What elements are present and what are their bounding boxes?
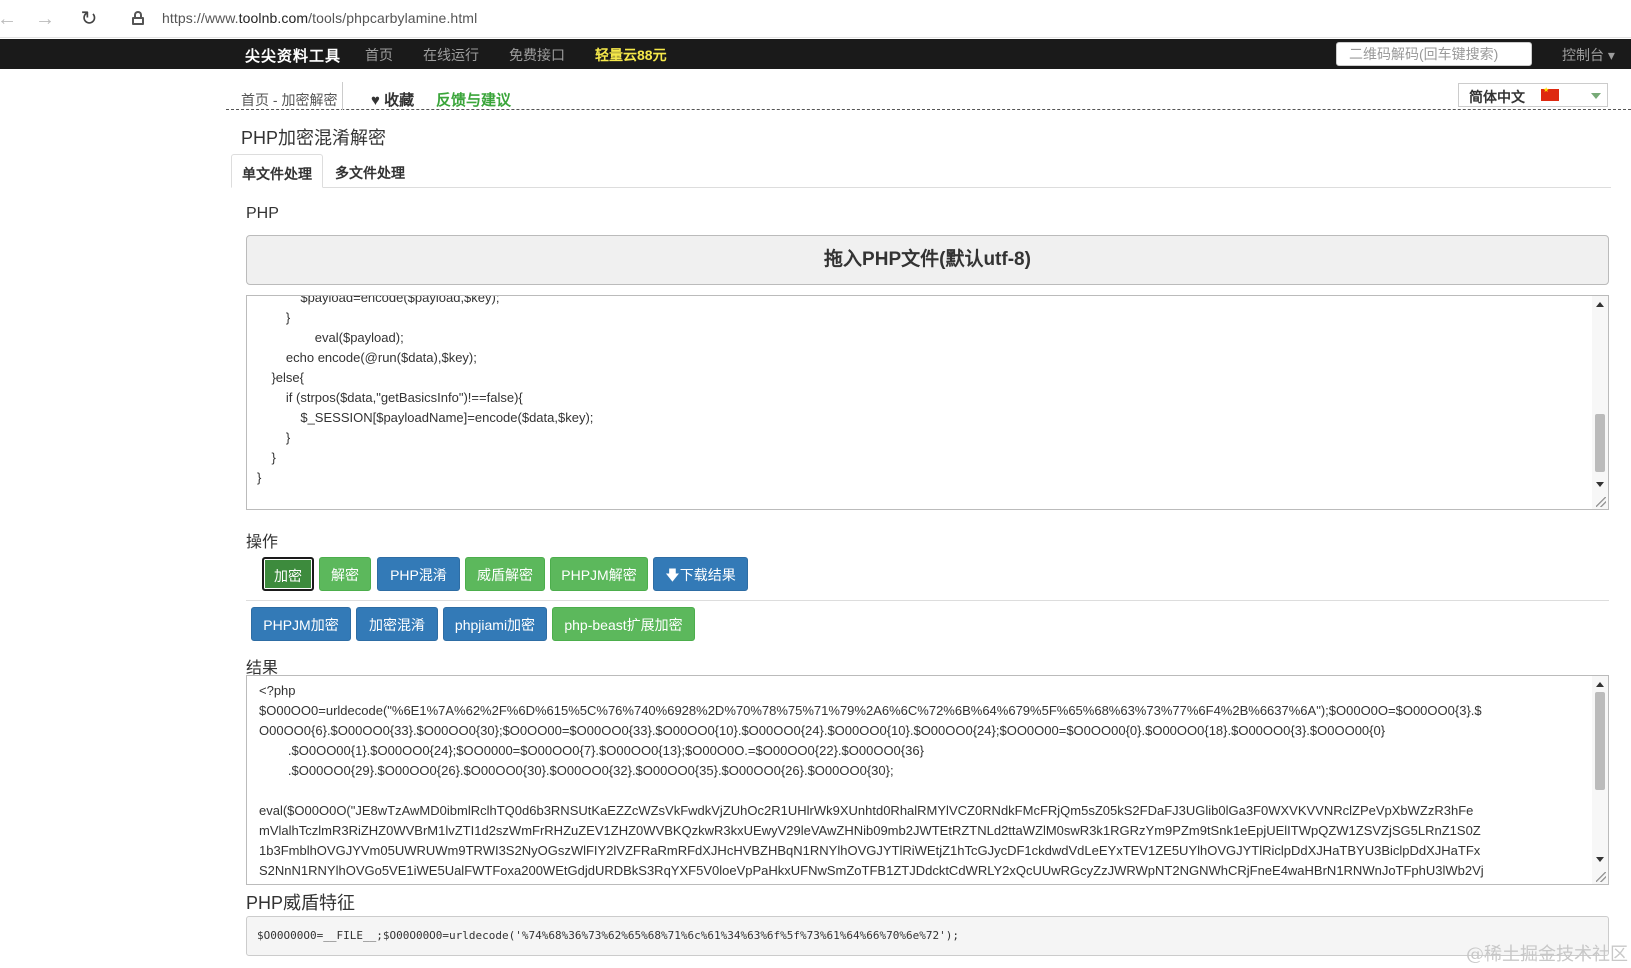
result-scroll-down-icon[interactable]: [1596, 857, 1604, 862]
favorite-label: 收藏: [384, 92, 415, 109]
feature-code: $O00O00O0=__FILE__;$O00O00O0=urldecode('…: [246, 916, 1609, 956]
resize-grip-icon[interactable]: [1596, 497, 1606, 507]
result-line: [259, 781, 1580, 801]
result-line: <?php: [259, 683, 296, 698]
download-label: 下载结果: [679, 567, 736, 583]
code-scrollbar[interactable]: [1592, 296, 1608, 509]
nav-console-dropdown[interactable]: 控制台 ▾: [1562, 45, 1615, 65]
encrypt-obfuscate-button[interactable]: 加密混淆: [356, 607, 438, 641]
decrypt-button[interactable]: 解密: [319, 557, 371, 591]
nav-promo[interactable]: 轻量云88元: [595, 45, 667, 65]
url-field[interactable]: https://www.toolnb.com/tools/phpcarbylam…: [162, 10, 477, 26]
feedback-link[interactable]: 反馈与建议: [436, 89, 511, 110]
lock-icon[interactable]: [132, 11, 144, 25]
reload-icon[interactable]: ↻: [78, 8, 100, 30]
chevron-down-icon: [1591, 93, 1601, 99]
code-scroll-thumb[interactable]: [1595, 414, 1605, 472]
browser-address-bar: ← → ↻ https://www.toolnb.com/tools/phpca…: [0, 0, 1631, 38]
url-host: toolnb.com: [238, 10, 309, 26]
php-code-text: $payload=encode($payload,$key); } eval($…: [257, 295, 594, 485]
phpjm-encrypt-button[interactable]: PHPJM加密: [251, 607, 351, 641]
result-text: <?php $O00OO0=urldecode("%6E1%7A%62%2F%6D…: [247, 676, 1608, 881]
breadcrumb[interactable]: 首页 - 加密解密: [241, 90, 337, 110]
result-line: mVlalhTczlmR3RiZHZ0WVBrM1lvZTI1d2szWmFrR…: [259, 823, 1481, 838]
language-label: 简体中文: [1469, 89, 1525, 105]
actions-divider: [246, 600, 1609, 601]
phpjm-decrypt-button[interactable]: PHPJM解密: [550, 557, 648, 591]
breadcrumb-bar: 首页 - 加密解密 ♥ 收藏 反馈与建议 简体中文: [226, 82, 1631, 110]
page-title: PHP加密混淆解密: [241, 128, 387, 148]
file-drop-zone[interactable]: 拖入PHP文件(默认utf-8): [246, 235, 1609, 285]
china-flag-icon: [1541, 86, 1559, 101]
language-select[interactable]: 简体中文: [1458, 83, 1608, 107]
result-scroll-thumb[interactable]: [1595, 692, 1605, 790]
forward-arrow-icon[interactable]: →: [34, 8, 56, 30]
tab-multi-file[interactable]: 多文件处理: [325, 154, 415, 188]
download-result-button[interactable]: 🡇下载结果: [653, 557, 748, 591]
scroll-down-icon[interactable]: [1596, 482, 1604, 487]
result-resize-grip-icon[interactable]: [1596, 872, 1606, 882]
result-line: $O00OO0=urldecode("%6E1%7A%62%2F%6D%615%…: [259, 703, 1482, 718]
nav-free-api[interactable]: 免费接口: [509, 45, 565, 65]
actions-label: 操作: [246, 534, 279, 551]
encrypt-button[interactable]: 加密: [262, 557, 314, 591]
result-output[interactable]: <?php $O00OO0=urldecode("%6E1%7A%62%2F%6D…: [246, 675, 1609, 885]
nav-home[interactable]: 首页: [365, 45, 393, 65]
php-obfuscate-button[interactable]: PHP混淆: [377, 557, 460, 591]
back-arrow-icon[interactable]: ←: [0, 8, 18, 30]
url-prefix: https://www.: [162, 10, 239, 26]
url-path: /tools/phpcarbylamine.html: [308, 10, 478, 26]
result-line: .$O00OO0{29}.$O00OO0{26}.$O00OO0{30}.$O0…: [259, 763, 894, 778]
tab-single-file[interactable]: 单文件处理: [231, 154, 323, 188]
result-line: O00OO0{6}.$O00OO0{33}.$O00OO0{30};$O0OO0…: [259, 723, 1386, 738]
favorite-button[interactable]: ♥ 收藏: [371, 89, 414, 110]
phpjiami-encrypt-button[interactable]: phpjiami加密: [443, 607, 547, 641]
php-input-label: PHP: [246, 205, 279, 222]
heart-icon: ♥: [371, 92, 380, 109]
php-beast-encrypt-button[interactable]: php-beast扩展加密: [552, 607, 695, 641]
php-code-input[interactable]: $payload=encode($payload,$key); } eval($…: [246, 295, 1609, 510]
tab-bar: 单文件处理 多文件处理: [231, 154, 1611, 188]
site-logo[interactable]: 尖尖资料工具: [245, 45, 341, 66]
feature-label: PHP威盾特征: [246, 893, 356, 913]
breadcrumb-divider: [342, 82, 343, 110]
result-line: eval($O00O0O("JE8wTzAwMD0ibmlRclhTQ0d6b3…: [259, 803, 1474, 818]
download-icon: 🡇: [665, 567, 680, 583]
site-navbar: 尖尖资料工具 首页 在线运行 免费接口 轻量云88元 控制台 ▾: [0, 39, 1631, 69]
result-line: .$O0OO00{1}.$O00OO0{24};$OO0000=$O00OO0{…: [259, 743, 924, 758]
result-line: 1b3FmblhOVGJYVm05UWRUWm9TRWI3S2NyOGszWlF…: [259, 843, 1481, 858]
result-scrollbar[interactable]: [1592, 676, 1608, 884]
search-input[interactable]: [1336, 42, 1532, 66]
weidun-decrypt-button[interactable]: 威盾解密: [465, 557, 545, 591]
result-scroll-up-icon[interactable]: [1596, 682, 1604, 687]
scroll-up-icon[interactable]: [1596, 302, 1604, 307]
result-line: S2NnN1RNYlhOVGo5VE1iWE5UalFWTFoxa200WEtG…: [259, 863, 1484, 878]
nav-online-run[interactable]: 在线运行: [423, 45, 479, 65]
watermark-text: @稀土掘金技术社区: [1466, 944, 1628, 965]
